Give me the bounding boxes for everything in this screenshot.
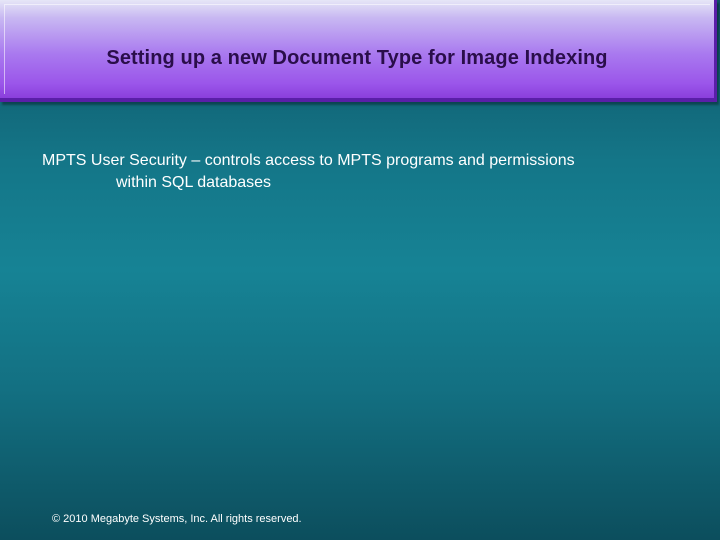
copyright-footer: © 2010 Megabyte Systems, Inc. All rights… bbox=[52, 513, 302, 525]
body-text: MPTS User Security – controls access to … bbox=[42, 150, 692, 194]
slide-title: Setting up a new Document Type for Image… bbox=[106, 47, 608, 69]
body-line-1: MPTS User Security – controls access to … bbox=[42, 152, 575, 169]
title-bar: Setting up a new Document Type for Image… bbox=[0, 0, 717, 102]
body-line-2: within SQL databases bbox=[116, 174, 272, 191]
slide: Setting up a new Document Type for Image… bbox=[0, 0, 720, 540]
